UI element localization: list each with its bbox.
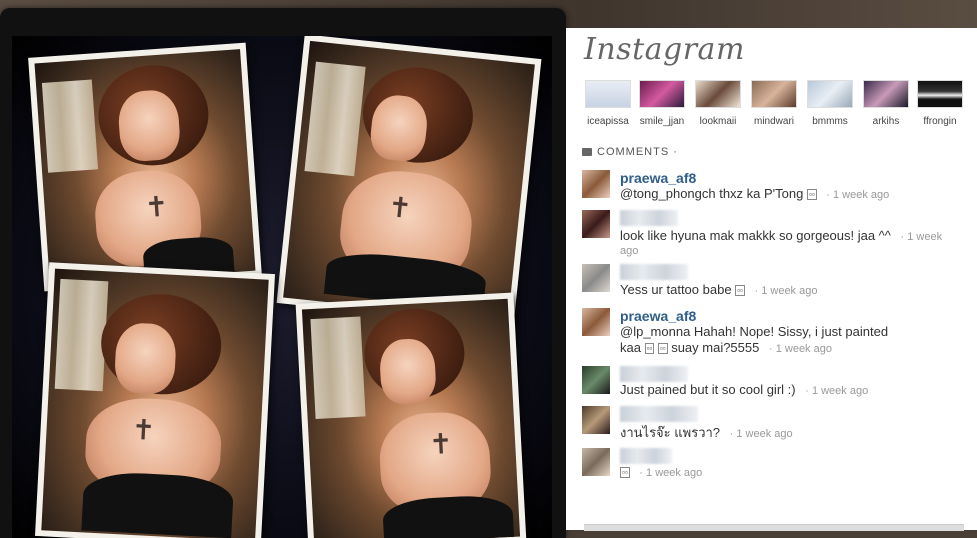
comment: Just pained but it so cool girl :) · 1 w… — [582, 366, 962, 400]
comment-time: · 1 week ago — [754, 285, 818, 297]
avatar — [695, 80, 741, 108]
comment: praewa_af8 @lp_monna Hahah! Nope! Sissy,… — [582, 308, 962, 358]
liker-avatar[interactable]: smile_jjan — [634, 80, 690, 127]
emoji-icon: ▫▫ — [620, 467, 630, 479]
comment-time-continued: ago — [620, 245, 639, 257]
comment-time: · 1 week ago — [729, 428, 793, 440]
photo-frame: ✝ ✝ ✝ ✝ — [0, 8, 566, 538]
avatar[interactable] — [582, 308, 610, 336]
comment-username[interactable]: praewa_af8 — [620, 308, 696, 324]
comment-time: · 1 week — [900, 231, 943, 243]
emoji-icon: ▫▫ — [657, 343, 668, 355]
avatar[interactable] — [582, 448, 610, 476]
avatar — [751, 80, 797, 108]
polaroid-top-left: ✝ — [28, 42, 262, 292]
comment: Yess ur tattoo babe ▫▫ · 1 week ago — [582, 264, 962, 298]
comment-time: · 1 week ago — [805, 385, 869, 397]
comment: praewa_af8 @tong_phongch thxz ka P'Tong … — [582, 170, 962, 206]
avatar — [639, 80, 685, 108]
cross-tattoo: ✝ — [130, 412, 156, 448]
avatar[interactable] — [582, 406, 610, 434]
comment: งานไรจ๊ะ แพรวา? · 1 week ago — [582, 406, 962, 440]
cross-tattoo: ✝ — [428, 426, 454, 462]
sidebar: Instagram iceapissa smile_jjan lookmaii … — [566, 28, 977, 531]
emoji-icon: ▫▫ — [644, 343, 655, 355]
comment-text: @lp_monna Hahah! Nope! Sissy, i just pai… — [620, 324, 889, 339]
instagram-logo[interactable]: Instagram — [584, 32, 745, 67]
polaroid-bottom-right: ✝ — [295, 292, 527, 538]
comments-header: COMMENTS · — [582, 146, 678, 158]
comment-text: @tong_phongch thxz ka P'Tong — [620, 186, 804, 201]
comment-time: · 1 week ago — [826, 189, 890, 201]
comment-text: Yess ur tattoo babe — [620, 282, 732, 297]
avatar[interactable] — [582, 264, 610, 292]
liker-avatar[interactable]: lookmaii — [690, 80, 746, 127]
liker-avatar[interactable]: bmmms — [802, 80, 858, 127]
avatar[interactable] — [582, 210, 610, 238]
comment-text: งานไรจ๊ะ แพรวา? — [620, 425, 721, 440]
cross-tattoo: ✝ — [143, 189, 170, 225]
avatar — [585, 80, 631, 108]
comment-text: look like hyuna mak makkk so gorgeous! j… — [620, 228, 891, 243]
comment: look like hyuna mak makkk so gorgeous! j… — [582, 210, 966, 257]
comment-text-continued: kaa — [620, 340, 641, 355]
liker-avatar[interactable]: iceapissa — [580, 80, 636, 127]
redacted-username — [620, 210, 678, 226]
comment-time: · 1 week ago — [639, 467, 703, 479]
avatar — [807, 80, 853, 108]
selfie-image: ✝ — [34, 49, 256, 285]
comment: ▫▫ · 1 week ago — [582, 448, 962, 482]
liker-avatar[interactable]: ffrongin — [912, 80, 968, 127]
liker-avatar[interactable]: arkihs — [858, 80, 914, 127]
avatar[interactable] — [582, 170, 610, 198]
emoji-icon: ▫▫ — [735, 285, 745, 297]
polaroid-bottom-left: ✝ — [34, 262, 276, 538]
redacted-username — [620, 406, 698, 422]
redacted-username — [620, 366, 688, 382]
selfie-image: ✝ — [41, 268, 269, 538]
avatar[interactable] — [582, 366, 610, 394]
selfie-image: ✝ — [283, 40, 535, 322]
photo-collage[interactable]: ✝ ✝ ✝ ✝ — [12, 36, 552, 538]
redacted-username — [620, 264, 688, 280]
comment-username[interactable]: praewa_af8 — [620, 170, 696, 186]
comment-text: Just pained but it so cool girl :) — [620, 382, 796, 397]
liker-avatar[interactable]: mindwari — [746, 80, 802, 127]
emoji-icon: ▫▫ — [806, 189, 817, 201]
selfie-image: ✝ — [301, 298, 521, 538]
redacted-username — [620, 448, 672, 464]
speech-bubble-icon — [582, 148, 592, 157]
avatar — [863, 80, 909, 108]
cross-tattoo: ✝ — [386, 190, 414, 226]
comment-time: · 1 week ago — [768, 343, 832, 355]
polaroid-top-right: ✝ — [276, 36, 542, 328]
comment-text-continued: suay mai?5555 — [671, 340, 760, 355]
avatar — [917, 80, 963, 108]
